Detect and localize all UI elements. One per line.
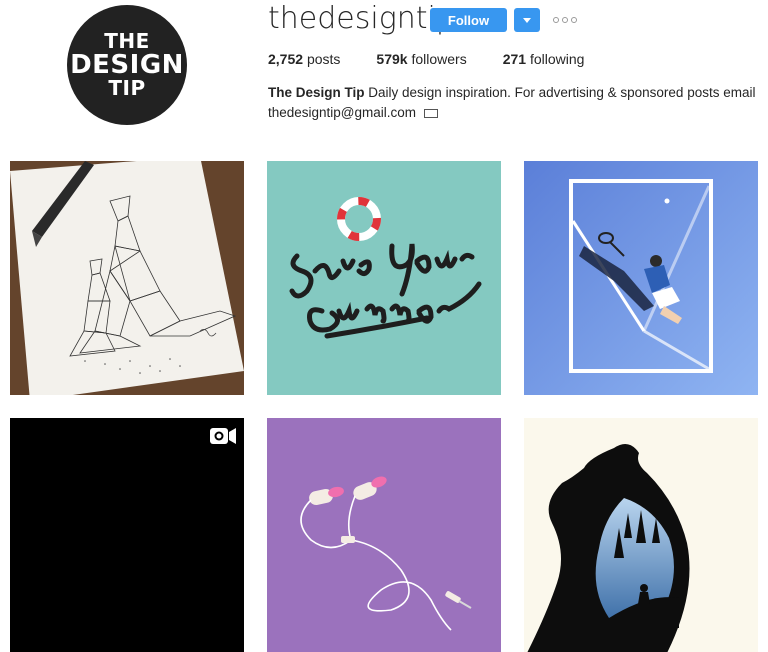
post-tile[interactable]	[524, 161, 758, 395]
dot-icon	[562, 17, 568, 23]
followers-count: 579k	[376, 51, 408, 67]
profile-bio: The Design Tip Daily design inspiration.…	[268, 83, 758, 123]
posts-label: posts	[306, 51, 341, 67]
kangaroo-sketch-image	[10, 161, 244, 395]
post-tile[interactable]	[10, 418, 244, 652]
posts-count: 2,752	[268, 51, 304, 67]
more-options-button[interactable]	[553, 12, 577, 28]
follow-button[interactable]: Follow	[430, 8, 507, 32]
tennis-illustration-image	[524, 161, 758, 395]
profile-stats: 2,752 posts 579k followers 271 following	[268, 51, 620, 67]
post-tile[interactable]	[524, 418, 758, 652]
avatar-text-line: DESIGN	[70, 49, 184, 80]
earphones-image	[267, 418, 501, 652]
followers-stat[interactable]: 579k followers	[376, 51, 466, 67]
following-stat[interactable]: 271 following	[503, 51, 585, 67]
avatar-text-line: TIP	[108, 76, 146, 101]
suggestions-dropdown-button[interactable]	[514, 8, 540, 32]
dot-icon	[553, 17, 559, 23]
post-tile[interactable]	[267, 161, 501, 395]
chevron-down-icon	[523, 17, 531, 23]
post-tile[interactable]	[267, 418, 501, 652]
following-count: 271	[502, 51, 527, 67]
following-label: following	[529, 51, 585, 67]
post-tile[interactable]	[10, 161, 244, 395]
video-post-image	[10, 418, 244, 652]
video-camera-icon	[210, 428, 236, 444]
profile-username: thedesigntip	[268, 1, 455, 36]
followers-label: followers	[411, 51, 467, 67]
bio-name: The Design Tip	[268, 85, 365, 100]
avatar-text-line: THE	[104, 29, 150, 54]
dot-icon	[571, 17, 577, 23]
envelope-icon	[423, 109, 438, 118]
save-your-summer-image	[267, 161, 501, 395]
profile-avatar[interactable]: THE DESIGN TIP	[67, 5, 187, 125]
bear-silhouette-image	[524, 418, 758, 652]
posts-stat: 2,752 posts	[268, 51, 340, 67]
